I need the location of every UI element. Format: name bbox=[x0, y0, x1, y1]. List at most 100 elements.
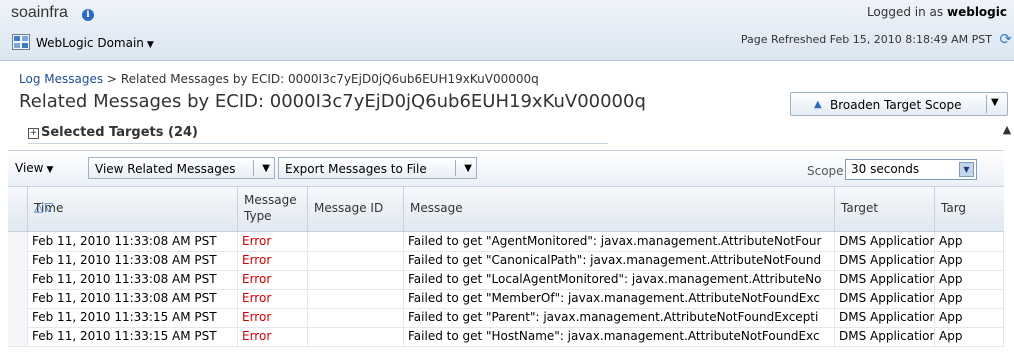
row-gutter-header bbox=[8, 187, 28, 231]
divider bbox=[28, 143, 608, 144]
chevron-down-icon[interactable]: ▼ bbox=[464, 158, 472, 180]
table-cell: Failed to get "LocalAgentMonitored": jav… bbox=[404, 270, 835, 289]
expand-icon[interactable]: + bbox=[28, 128, 39, 139]
view-menu-label: View bbox=[15, 161, 44, 175]
table-cell: DMS Application(11. bbox=[835, 251, 935, 270]
table-cell: Failed to get "HostName": javax.manageme… bbox=[404, 327, 835, 346]
table-cell: Failed to get "MemberOf": javax.manageme… bbox=[404, 289, 835, 308]
table-cell: Feb 11, 2010 11:33:08 AM PST bbox=[28, 289, 238, 308]
table-row[interactable]: Feb 11, 2010 11:33:08 AM PST Error Failed … bbox=[8, 270, 1004, 290]
table-cell: Failed to get "Parent": javax.management… bbox=[404, 308, 835, 327]
table-cell: App bbox=[935, 232, 1004, 251]
column-header-target-type[interactable]: Targ bbox=[935, 187, 1004, 231]
table-cell bbox=[308, 289, 404, 308]
info-icon[interactable]: i bbox=[82, 9, 94, 21]
messages-table: Time △▽ Message Type Message ID Message … bbox=[8, 186, 1004, 354]
logged-in-prefix: Logged in as bbox=[866, 5, 944, 19]
table-row[interactable]: Feb 11, 2010 11:33:08 AM PST Error Failed … bbox=[8, 232, 1004, 252]
page-refreshed-text: Page Refreshed Feb 15, 2010 8:18:49 AM P… bbox=[740, 33, 992, 46]
column-header-message-id[interactable]: Message ID bbox=[308, 187, 404, 231]
table-row[interactable]: Feb 11, 2010 11:33:08 AM PST Error Failed … bbox=[8, 289, 1004, 309]
weblogic-domain-icon bbox=[12, 34, 30, 50]
chevron-down-icon[interactable]: ▼ bbox=[262, 158, 270, 180]
table-cell bbox=[308, 308, 404, 327]
table-cell: Feb 11, 2010 11:33:08 AM PST bbox=[28, 251, 238, 270]
table-cell: Error bbox=[238, 289, 308, 308]
row-gutter bbox=[8, 289, 28, 308]
column-header-message-type[interactable]: Message Type bbox=[238, 187, 308, 231]
breadcrumb-log-messages-link[interactable]: Log Messages bbox=[19, 72, 103, 86]
triangle-up-icon: ▲ bbox=[814, 99, 822, 110]
export-messages-button[interactable]: Export Messages to File ▼ bbox=[278, 157, 477, 179]
table-cell bbox=[308, 270, 404, 289]
column-header-label: Message Type bbox=[244, 193, 297, 223]
row-gutter bbox=[8, 251, 28, 270]
view-related-messages-button[interactable]: View Related Messages ▼ bbox=[88, 157, 275, 179]
scroll-up-icon[interactable]: ▲ bbox=[1000, 123, 1014, 137]
table-cell: App bbox=[935, 308, 1004, 327]
table-cell: Feb 11, 2010 11:33:08 AM PST bbox=[28, 270, 238, 289]
app-header: soainfra i WebLogic Domain ▼ Logged in as… bbox=[0, 0, 1014, 61]
chevron-down-icon: ▼ bbox=[46, 165, 54, 175]
scope-select[interactable]: 30 seconds ▼ bbox=[845, 159, 977, 180]
button-divider bbox=[455, 160, 456, 176]
column-header-time[interactable]: Time △▽ bbox=[28, 187, 238, 231]
column-header-label: Targ bbox=[941, 201, 967, 215]
table-cell: DMS Application(11. bbox=[835, 327, 935, 346]
row-gutter bbox=[8, 308, 28, 327]
chevron-down-icon[interactable]: ▼ bbox=[959, 162, 974, 177]
view-menu[interactable]: View ▼ bbox=[15, 157, 53, 179]
row-gutter bbox=[8, 232, 28, 251]
page-title: Related Messages by ECID: 0000I3c7yEjD0j… bbox=[19, 91, 646, 112]
table-toolbar: View ▼ View Related Messages ▼ Export Mes… bbox=[8, 150, 1004, 187]
scope-select-value: 30 seconds bbox=[851, 162, 920, 176]
table-cell: Error bbox=[238, 251, 308, 270]
column-header-message[interactable]: Message bbox=[404, 187, 835, 231]
column-header-label: Message bbox=[410, 201, 463, 215]
table-cell: App bbox=[935, 327, 1004, 346]
chevron-down-icon[interactable]: ▼ bbox=[991, 97, 999, 108]
row-gutter bbox=[8, 327, 28, 346]
view-related-messages-label: View Related Messages bbox=[95, 162, 236, 176]
table-cell: DMS Application(11. bbox=[835, 270, 935, 289]
table-row[interactable]: Feb 11, 2010 11:33:15 AM PST Error Failed … bbox=[8, 308, 1004, 328]
table-cell: Error bbox=[238, 308, 308, 327]
table-cell: Failed to get "AgentMonitored": javax.ma… bbox=[404, 232, 835, 251]
export-messages-label: Export Messages to File bbox=[285, 162, 427, 176]
table-cell: DMS Application(11. bbox=[835, 308, 935, 327]
table-cell: App bbox=[935, 251, 1004, 270]
table-cell bbox=[308, 251, 404, 270]
logged-in-info: Logged in as weblogic bbox=[867, 5, 1007, 19]
broaden-target-scope-button[interactable]: ▲ Broaden Target Scope ▼ bbox=[790, 92, 1008, 116]
table-cell: Error bbox=[238, 270, 308, 289]
row-gutter bbox=[8, 270, 28, 289]
column-header-label: Target bbox=[841, 201, 879, 215]
table-cell bbox=[308, 232, 404, 251]
column-header-target[interactable]: Target bbox=[835, 187, 935, 231]
sort-icon[interactable]: △▽ bbox=[34, 200, 229, 214]
refresh-icon[interactable]: ⟳ bbox=[999, 30, 1012, 48]
selected-targets-toggle[interactable]: + Selected Targets (24) bbox=[28, 125, 198, 140]
chevron-down-icon: ▼ bbox=[146, 40, 154, 50]
table-cell: App bbox=[935, 289, 1004, 308]
table-cell: Feb 11, 2010 11:33:15 AM PST bbox=[28, 327, 238, 346]
domain-menu[interactable]: WebLogic Domain ▼ bbox=[36, 36, 154, 50]
selected-targets-label: Selected Targets (24) bbox=[41, 125, 198, 140]
column-header-label: Message ID bbox=[314, 201, 384, 215]
table-row[interactable]: Feb 11, 2010 11:33:15 AM PST Error Failed … bbox=[8, 327, 1004, 347]
logged-in-user: weblogic bbox=[947, 5, 1007, 19]
table-cell: Failed to get "CanonicalPath": javax.man… bbox=[404, 251, 835, 270]
domain-menu-label: WebLogic Domain bbox=[36, 36, 144, 50]
breadcrumb-current: Related Messages by ECID: 0000I3c7yEjD0j… bbox=[120, 72, 539, 86]
table-cell bbox=[308, 327, 404, 346]
table-row[interactable]: Feb 11, 2010 11:33:08 AM PST Error Failed … bbox=[8, 251, 1004, 271]
table-cell: Error bbox=[238, 232, 308, 251]
table-cell: Feb 11, 2010 11:33:15 AM PST bbox=[28, 308, 238, 327]
table-cell: App bbox=[935, 270, 1004, 289]
scope-label: Scope bbox=[807, 164, 844, 178]
table-header: Time △▽ Message Type Message ID Message … bbox=[8, 186, 1004, 232]
app-name: soainfra bbox=[11, 4, 68, 21]
table-cell: Feb 11, 2010 11:33:08 AM PST bbox=[28, 232, 238, 251]
broaden-target-scope-label: Broaden Target Scope bbox=[830, 98, 962, 112]
button-divider bbox=[253, 160, 254, 176]
